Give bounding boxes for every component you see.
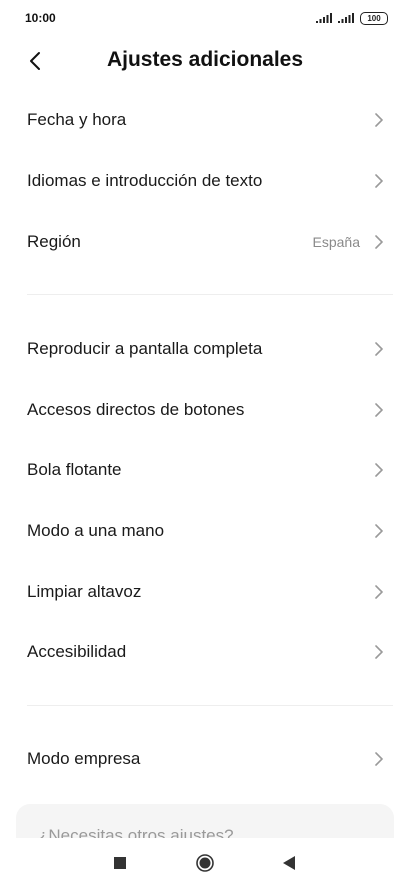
header: Ajustes adicionales [0,36,410,86]
settings-item-bola-flotante[interactable]: Bola flotante [0,440,410,500]
settings-item-region[interactable]: Región España [0,212,410,272]
chevron-right-icon [375,752,383,766]
chevron-right-icon [375,463,383,477]
settings-item-accesos-directos[interactable]: Accesos directos de botones [0,380,410,440]
settings-item-label: Reproducir a pantalla completa [27,339,263,358]
settings-item-label: Modo empresa [27,749,141,768]
settings-item-label: Fecha y hora [27,110,127,129]
settings-item-modo-empresa[interactable]: Modo empresa [0,729,410,789]
status-bar: 10:00 100 [0,0,410,36]
system-navbar [0,838,410,888]
battery-icon: 100 [360,11,388,25]
section-divider [27,705,393,706]
settings-item-value: España [312,234,360,250]
settings-item-modo-una-mano[interactable]: Modo a una mano [0,501,410,561]
recents-button[interactable] [110,853,130,873]
section-divider [27,294,393,295]
home-circle-icon [196,854,214,872]
settings-item-label: Accesos directos de botones [27,400,245,419]
settings-item-fecha-hora[interactable]: Fecha y hora [0,90,410,150]
chevron-right-icon [375,645,383,659]
chevron-right-icon [375,235,383,249]
settings-item-label: Accesibilidad [27,642,127,661]
back-nav-button[interactable] [279,853,299,873]
settings-item-label: Idiomas e introducción de texto [27,171,263,190]
signal-icon [316,13,332,23]
chevron-right-icon [375,113,383,127]
status-time: 10:00 [25,11,56,25]
chevron-right-icon [375,174,383,188]
settings-item-label: Bola flotante [27,460,122,479]
back-triangle-icon [283,856,295,870]
settings-item-limpiar-altavoz[interactable]: Limpiar altavoz [0,562,410,622]
home-button[interactable] [195,853,215,873]
signal-icon [338,13,354,23]
settings-item-label: Modo a una mano [27,521,165,540]
settings-item-accesibilidad[interactable]: Accesibilidad [0,622,410,682]
status-icons: 100 [316,11,388,25]
chevron-right-icon [375,403,383,417]
settings-item-label: Limpiar altavoz [27,582,142,601]
chevron-right-icon [375,524,383,538]
recents-square-icon [114,857,126,869]
chevron-right-icon [375,342,383,356]
chevron-right-icon [375,585,383,599]
settings-item-label: Región [27,232,81,251]
settings-item-pantalla-completa[interactable]: Reproducir a pantalla completa [0,319,410,379]
page-title: Ajustes adicionales [106,48,304,71]
settings-item-idiomas[interactable]: Idiomas e introducción de texto [0,151,410,211]
